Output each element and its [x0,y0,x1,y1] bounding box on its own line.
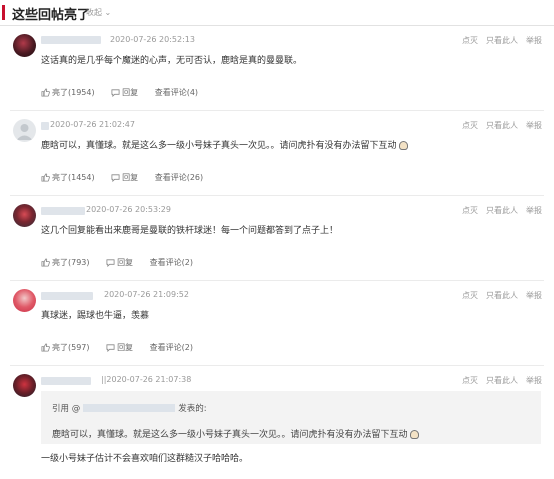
thumbs-up-icon [41,88,50,97]
emoji-icon [409,430,419,439]
light-button[interactable]: 亮了(597) [41,342,90,353]
username-redacted[interactable] [41,36,101,44]
reply-button[interactable]: 回复 [111,172,138,183]
post-content: 一级小号妹子估计不会喜欢咱们这群糙汉子哈哈哈。 [41,454,249,464]
reply-icon [106,259,115,268]
post-time: 2020-07-26 20:52:13 [110,35,195,44]
reply-post: 2020-07-26 20:52:13 点灭 只看此人 举报 这话真的是几乎每个魔迷… [0,26,554,111]
report-link[interactable]: 举报 [526,376,542,385]
report-link[interactable]: 举报 [526,206,542,215]
only-this-user-link[interactable]: 只看此人 [486,291,518,300]
light-count[interactable]: 亮了(1454) [52,173,95,182]
reply-button[interactable]: 回复 [106,342,133,353]
post-ops: 点灭 只看此人 举报 [454,375,542,386]
dislike-link[interactable]: 点灭 [462,206,478,215]
thumbs-up-icon [41,343,50,352]
post-content: 真球迷，踢球也牛逼，羡慕 [41,311,150,321]
avatar[interactable] [13,119,36,142]
report-link[interactable]: 举报 [526,291,542,300]
post-ops: 点灭 只看此人 举报 [454,205,542,216]
light-button[interactable]: 亮了(1454) [41,172,95,183]
collapse-label[interactable]: 收起 [86,8,102,17]
quoted-username-redacted[interactable] [83,404,176,412]
post-ops: 点灭 只看此人 举报 [454,120,542,131]
time-value: 2020-07-26 21:07:38 [106,375,192,384]
post-time: 2020-07-26 21:09:52 [104,290,189,299]
dislike-link[interactable]: 点灭 [462,36,478,45]
reply-label[interactable]: 回复 [122,88,138,97]
post-content: 鹿晗可以，真懂球。就是这么多一级小号妹子真头一次见。。请问虎扑有没有办法留下互动 [41,138,408,151]
only-this-user-link[interactable]: 只看此人 [486,121,518,130]
reply-post: 2020-07-26 21:09:52 点灭 只看此人 举报 真球迷，踢球也牛逼，羡… [0,281,554,366]
post-text: 鹿晗可以，真懂球。就是这么多一级小号妹子真头一次见。。请问虎扑有没有办法留下互动 [41,141,397,151]
report-link[interactable]: 举报 [526,121,542,130]
avatar[interactable] [13,34,36,57]
emoji-icon [398,141,408,150]
dislike-link[interactable]: 点灭 [462,376,478,385]
light-button[interactable]: 亮了(793) [41,257,90,268]
chevron-down-icon[interactable]: ⌄ [105,8,112,17]
only-this-user-link[interactable]: 只看此人 [486,206,518,215]
post-time: 2020-07-26 21:02:47 [50,120,135,129]
quote-body: 鹿晗可以，真懂球。就是这么多一级小号妹子真头一次见。。请问虎扑有没有办法留下互动 [52,427,419,440]
quote-suffix: 发表的: [178,404,207,414]
username-redacted[interactable] [41,122,49,130]
collapse-toggle[interactable]: 收起 ⌄ [86,7,111,18]
post-actions: 亮了(1954) 回复 查看评论(4) [41,87,212,98]
post-time: ||2020-07-26 21:07:38 [101,375,191,384]
view-comments-link[interactable]: 查看评论(2) [150,342,193,353]
username-redacted[interactable] [41,377,91,385]
reply-icon [111,174,120,183]
post-actions: 亮了(1454) 回复 查看评论(26) [41,172,217,183]
quote-prefix: 引用 @ [52,404,81,414]
reply-post: 2020-07-26 20:53:29 点灭 只看此人 举报 这几个回复能看出来鹿哥… [0,196,554,281]
view-comments-link[interactable]: 查看评论(26) [155,172,203,183]
post-actions: 亮了(597) 回复 查看评论(2) [41,342,207,353]
only-this-user-link[interactable]: 只看此人 [486,36,518,45]
quote-header: 引用 @ 发表的: [52,402,207,414]
post-time: 2020-07-26 20:53:29 [86,205,171,214]
username-redacted[interactable] [41,292,93,300]
reply-icon [111,89,120,98]
light-count[interactable]: 亮了(1954) [52,88,95,97]
view-comments-link[interactable]: 查看评论(4) [155,87,198,98]
post-ops: 点灭 只看此人 举报 [454,290,542,301]
reply-post: 2020-07-26 21:02:47 点灭 只看此人 举报 鹿晗可以，真懂球。就是… [0,111,554,196]
thumbs-up-icon [41,258,50,267]
avatar[interactable] [13,204,36,227]
reply-button[interactable]: 回复 [106,257,133,268]
reply-label[interactable]: 回复 [117,258,133,267]
only-this-user-link[interactable]: 只看此人 [486,376,518,385]
reply-button[interactable]: 回复 [111,87,138,98]
light-button[interactable]: 亮了(1954) [41,87,95,98]
post-content: 这话真的是几乎每个魔迷的心声，无可否认，鹿晗是真的曼曼联。 [41,56,303,66]
thumbs-up-icon [41,173,50,182]
reply-label[interactable]: 回复 [122,173,138,182]
username-redacted[interactable] [41,207,85,215]
avatar[interactable] [13,374,36,397]
reply-label[interactable]: 回复 [117,343,133,352]
light-count[interactable]: 亮了(597) [52,343,90,352]
default-avatar-icon [16,124,33,140]
reply-post: ||2020-07-26 21:07:38 点灭 只看此人 举报 引用 @ 发表的: … [0,366,554,479]
post-content: 这几个回复能看出来鹿哥是曼联的铁杆球迷！每一个问题都答到了点子上！ [41,226,339,236]
section-title: 这些回帖亮了 [12,8,91,23]
report-link[interactable]: 举报 [526,36,542,45]
reply-icon [106,344,115,353]
avatar[interactable] [13,289,36,312]
quoted-reply: 引用 @ 发表的: 鹿晗可以，真懂球。就是这么多一级小号妹子真头一次见。。请问虎扑… [41,391,541,444]
dislike-link[interactable]: 点灭 [462,291,478,300]
post-ops: 点灭 只看此人 举报 [454,35,542,46]
header-accent-bar [2,5,5,20]
dislike-link[interactable]: 点灭 [462,121,478,130]
quote-text: 鹿晗可以，真懂球。就是这么多一级小号妹子真头一次见。。请问虎扑有没有办法留下互动 [52,430,408,440]
hot-replies-header: 这些回帖亮了 收起 ⌄ [0,0,554,26]
post-actions: 亮了(793) 回复 查看评论(2) [41,257,207,268]
view-comments-link[interactable]: 查看评论(2) [150,257,193,268]
light-count[interactable]: 亮了(793) [52,258,90,267]
